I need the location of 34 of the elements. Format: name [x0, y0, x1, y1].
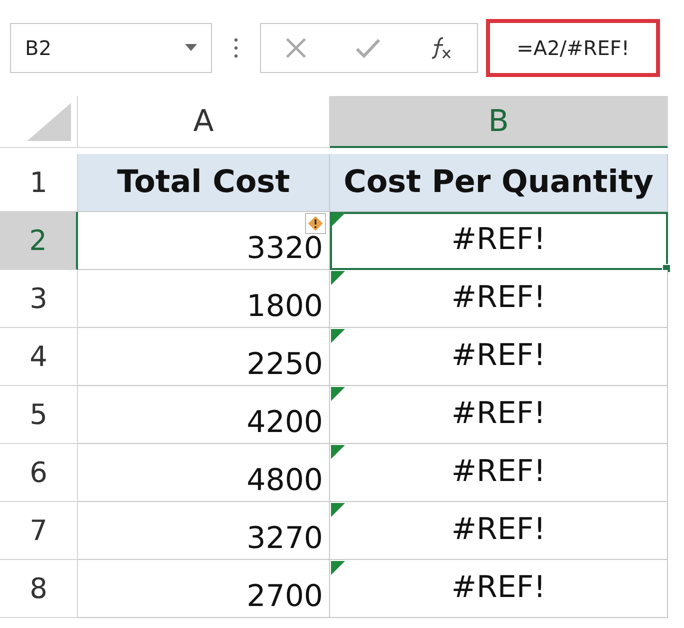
dropdown-icon[interactable] — [185, 44, 197, 52]
table-cell[interactable]: 3270 — [78, 502, 330, 560]
table-cell[interactable]: 2250 — [78, 328, 330, 386]
table-cell[interactable]: 3320 — [78, 212, 330, 270]
error-cell[interactable]: #REF! — [330, 270, 668, 328]
warning-icon[interactable] — [305, 213, 326, 234]
row-header[interactable]: 4 — [0, 328, 78, 386]
function-icon[interactable] — [429, 36, 453, 60]
error-cell[interactable]: #REF! — [330, 560, 668, 618]
name-box[interactable]: B2 — [10, 23, 212, 73]
error-cell[interactable]: #REF! — [330, 212, 668, 270]
table-cell[interactable]: Cost Per Quantity — [330, 154, 668, 212]
table-cell[interactable]: 1800 — [78, 270, 330, 328]
table-cell[interactable]: 4800 — [78, 444, 330, 502]
error-cell[interactable]: #REF! — [330, 444, 668, 502]
column-header[interactable]: B — [330, 96, 668, 148]
table-cell[interactable]: 2700 — [78, 560, 330, 618]
row-header[interactable]: 2 — [0, 212, 78, 270]
row-header[interactable]: 8 — [0, 560, 78, 618]
formula-field[interactable]: =A2/#REF! — [486, 19, 660, 77]
row-header[interactable]: 3 — [0, 270, 78, 328]
column-header[interactable]: A — [78, 96, 330, 148]
row-header[interactable]: 7 — [0, 502, 78, 560]
cell-reference: B2 — [25, 36, 52, 60]
checkmark-icon[interactable] — [355, 37, 381, 59]
error-cell[interactable]: #REF! — [330, 328, 668, 386]
table-cell[interactable]: 4200 — [78, 386, 330, 444]
table-cell[interactable]: Total Cost — [78, 154, 330, 212]
error-cell[interactable]: #REF! — [330, 386, 668, 444]
row-header[interactable]: 1 — [0, 154, 78, 212]
error-cell[interactable]: #REF! — [330, 502, 668, 560]
row-header[interactable]: 5 — [0, 386, 78, 444]
more-icon[interactable] — [234, 37, 238, 59]
row-header[interactable]: 6 — [0, 444, 78, 502]
